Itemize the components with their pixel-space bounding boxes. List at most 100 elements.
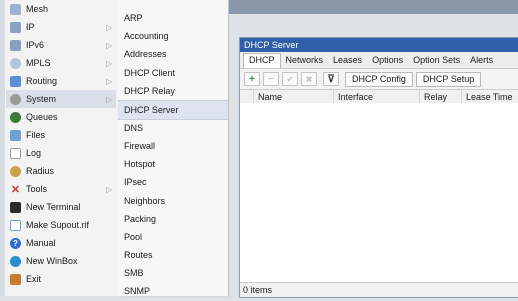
plus-icon: + — [249, 73, 255, 85]
menu-item-new-terminal[interactable]: New Terminal — [6, 198, 116, 216]
window-toolbar: + − ✔ ✖ ⊽ DHCP Config DHCP Setup — [240, 69, 518, 90]
tab-alerts[interactable]: Alerts — [465, 54, 498, 68]
menu-item-ipv6[interactable]: IPv6 ▷ — [6, 36, 116, 54]
menu-item-make-supout[interactable]: Make Supout.rif — [6, 216, 116, 234]
menu-item-exit[interactable]: Exit — [6, 270, 116, 288]
mesh-icon — [10, 3, 21, 15]
tab-networks[interactable]: Networks — [281, 54, 329, 68]
menu-item-label: Mesh — [26, 4, 49, 14]
ip-icon — [10, 21, 21, 33]
submenu-item-firewall[interactable]: Firewall — [118, 136, 228, 156]
menu-item-label: IP — [26, 22, 35, 32]
chevron-right-icon: ▷ — [106, 22, 113, 32]
submenu-item-pool[interactable]: Pool — [118, 227, 228, 247]
remove-button[interactable]: − — [263, 72, 279, 86]
menu-item-label: Files — [26, 130, 46, 140]
menu-item-label: Tools — [26, 184, 48, 194]
menu-item-label: Manual — [26, 238, 56, 248]
chevron-right-icon: ▷ — [106, 76, 113, 86]
submenu-item-addresses[interactable]: Addresses — [118, 44, 228, 64]
menu-item-radius[interactable]: Radius — [6, 162, 116, 180]
menu-item-label: Log — [26, 148, 42, 158]
chevron-right-icon: ▷ — [106, 40, 113, 50]
supout-icon — [10, 219, 21, 231]
disable-button[interactable]: ✖ — [301, 72, 317, 86]
submenu-item-accounting[interactable]: Accounting — [118, 26, 228, 46]
submenu-item-dns[interactable]: DNS — [118, 118, 228, 138]
files-icon — [10, 129, 21, 141]
menu-item-new-winbox[interactable]: New WinBox — [6, 252, 116, 270]
menu-item-log[interactable]: Log — [6, 144, 116, 162]
menu-item-queues[interactable]: Queues — [6, 108, 116, 126]
row-marker-column — [240, 90, 254, 103]
menu-item-files[interactable]: Files — [6, 126, 116, 144]
table-body[interactable] — [240, 103, 518, 281]
tab-option-sets[interactable]: Option Sets — [408, 54, 465, 68]
chevron-right-icon: ▷ — [106, 58, 113, 68]
winbox-icon — [10, 255, 21, 267]
menu-edge-strip — [0, 0, 5, 296]
dhcp-config-button[interactable]: DHCP Config — [345, 71, 413, 87]
submenu-item-arp[interactable]: ARP — [118, 8, 228, 28]
dhcp-setup-button[interactable]: DHCP Setup — [415, 71, 482, 87]
submenu-item-ipsec[interactable]: IPsec — [118, 172, 228, 192]
mpls-icon — [10, 57, 21, 69]
minus-icon: − — [268, 73, 274, 85]
submenu-item-hotspot[interactable]: Hotspot — [118, 154, 228, 174]
filter-button[interactable]: ⊽ — [323, 72, 339, 86]
menu-item-label: Make Supout.rif — [26, 220, 90, 230]
terminal-icon — [10, 201, 21, 213]
submenu-item-dhcp-client[interactable]: DHCP Client — [118, 63, 228, 83]
manual-icon: ? — [10, 237, 21, 249]
submenu-item-snmp[interactable]: SNMP — [118, 281, 228, 301]
tab-options[interactable]: Options — [367, 54, 408, 68]
menu-item-label: New WinBox — [26, 256, 78, 266]
filter-icon: ⊽ — [327, 73, 335, 85]
menu-item-mesh[interactable]: Mesh — [6, 0, 116, 18]
check-icon: ✔ — [286, 74, 294, 84]
menu-item-tools[interactable]: ✕ Tools ▷ — [6, 180, 116, 198]
add-button[interactable]: + — [244, 72, 260, 86]
submenu-item-dhcp-server[interactable]: DHCP Server — [118, 100, 228, 120]
tools-icon: ✕ — [10, 183, 21, 196]
menu-item-label: Queues — [26, 112, 58, 122]
status-bar: 0 items — [240, 282, 518, 297]
menu-item-routing[interactable]: Routing ▷ — [6, 72, 116, 90]
item-count: 0 items — [243, 285, 273, 295]
menu-item-label: IPv6 — [26, 40, 45, 50]
tab-dhcp[interactable]: DHCP — [243, 53, 281, 68]
tab-leases[interactable]: Leases — [328, 54, 367, 68]
menu-item-system[interactable]: System ▷ — [6, 90, 116, 108]
window-title-bar[interactable]: DHCP Server — [240, 38, 518, 52]
menu-item-label: MPLS — [26, 58, 51, 68]
ipv6-icon — [10, 39, 21, 51]
menu-item-label: Routing — [26, 76, 58, 86]
submenu-item-neighbors[interactable]: Neighbors — [118, 191, 228, 211]
menu-item-manual[interactable]: ? Manual — [6, 234, 116, 252]
menu-item-ip[interactable]: IP ▷ — [6, 18, 116, 36]
column-header-lease-time[interactable]: Lease Time — [462, 90, 518, 103]
enable-button[interactable]: ✔ — [282, 72, 298, 86]
submenu-item-dhcp-relay[interactable]: DHCP Relay — [118, 81, 228, 101]
main-menu: Mesh IP ▷ IPv6 ▷ MPLS ▷ Routing ▷ System… — [0, 0, 119, 296]
column-header-relay[interactable]: Relay — [420, 90, 462, 103]
ip-submenu: ARP Accounting Addresses DHCP Client DHC… — [118, 0, 229, 296]
menu-item-label: New Terminal — [26, 202, 81, 212]
table-header: Name Interface Relay Lease Time — [240, 90, 518, 104]
log-icon — [10, 147, 21, 159]
column-header-name[interactable]: Name — [254, 90, 334, 103]
menu-item-label: System — [26, 94, 57, 104]
column-header-interface[interactable]: Interface — [334, 90, 420, 103]
radius-icon — [10, 165, 21, 177]
window-title: DHCP Server — [244, 40, 299, 50]
window-tabs: DHCP Networks Leases Options Option Sets… — [240, 52, 518, 69]
cross-icon: ✖ — [305, 74, 313, 84]
dhcp-server-window: DHCP Server DHCP Networks Leases Options… — [239, 37, 518, 298]
menu-item-mpls[interactable]: MPLS ▷ — [6, 54, 116, 72]
chevron-right-icon: ▷ — [106, 184, 113, 194]
submenu-item-packing[interactable]: Packing — [118, 209, 228, 229]
routing-icon — [10, 75, 21, 87]
menu-item-label: Radius — [26, 166, 55, 176]
submenu-item-smb[interactable]: SMB — [118, 263, 228, 283]
submenu-item-routes[interactable]: Routes — [118, 245, 228, 265]
